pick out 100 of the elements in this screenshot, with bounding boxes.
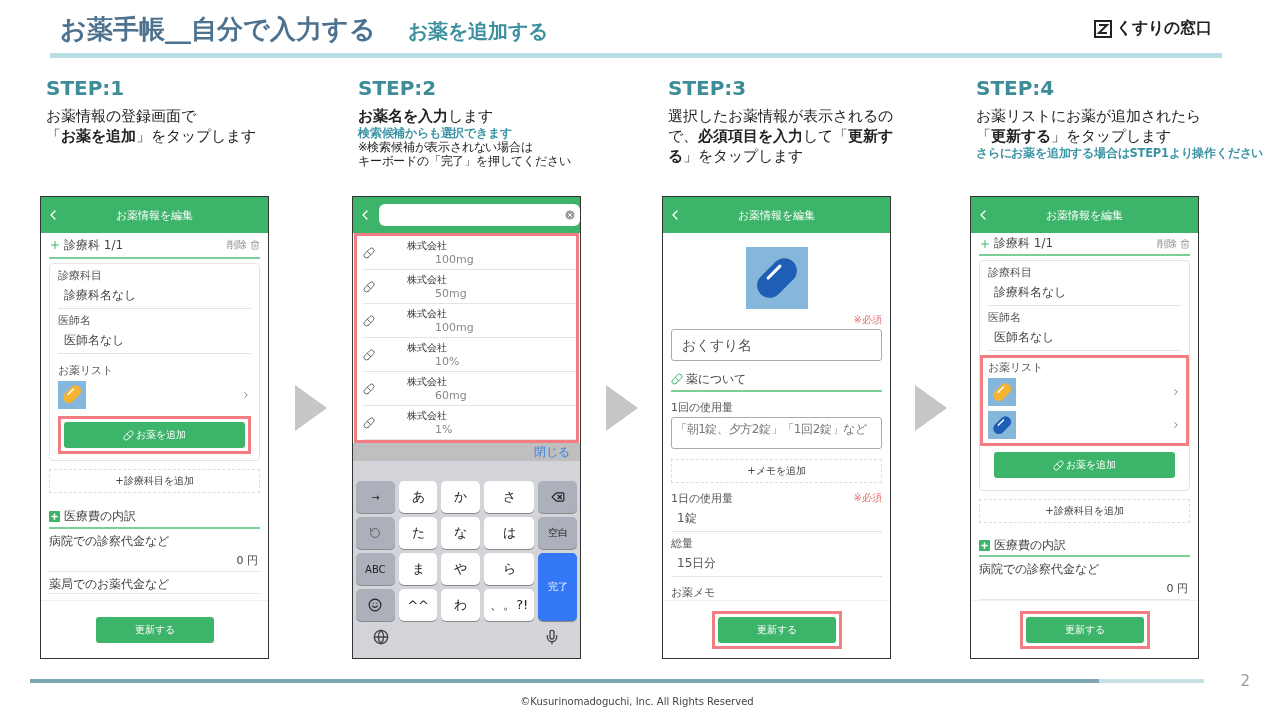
search-field[interactable] <box>379 204 580 226</box>
field-value: 医師名なし <box>988 325 1181 352</box>
add-department-button[interactable]: +診療科目を追加 <box>49 469 260 493</box>
pill-icon <box>363 348 375 361</box>
add-department-button[interactable]: +診療科目を追加 <box>979 499 1190 524</box>
chevron-arrow-icon <box>915 385 947 431</box>
dose-text: 100mg <box>434 253 474 266</box>
pill-icon <box>671 373 683 386</box>
search-result[interactable]: 株式会社 100mg <box>363 304 576 338</box>
pill-icon <box>363 246 375 259</box>
dose-text: 1% <box>434 423 453 436</box>
keyboard-key[interactable]: わ <box>441 589 481 621</box>
keyboard-key[interactable] <box>538 481 577 513</box>
chevron-right-icon[interactable] <box>241 389 251 400</box>
undo-icon <box>369 527 382 539</box>
section-title: 診療科 1/1 <box>64 236 124 254</box>
keyboard-key[interactable]: さ <box>484 481 535 513</box>
pill-icon <box>363 382 375 395</box>
field-value: 診療科名なし <box>58 283 251 309</box>
chevron-right-icon[interactable] <box>1171 419 1181 430</box>
field-label: 1回の使用量 <box>671 400 734 416</box>
required-note: ※必須 <box>853 313 882 327</box>
step-instruction: 「お薬を追加」をタップします <box>46 126 257 146</box>
screen-title: お薬情報を編集 <box>115 207 194 223</box>
search-result[interactable]: 株式会社 60mg <box>363 372 576 406</box>
slide-title: お薬手帳__自分で入力する <box>60 13 376 46</box>
step-instruction: お薬情報の登録画面で <box>46 106 197 126</box>
keyboard-key[interactable]: → <box>356 481 395 513</box>
globe-icon[interactable] <box>373 629 389 645</box>
search-result[interactable]: 株式会社 10% <box>363 338 576 372</box>
keyboard-key[interactable]: ABC <box>356 553 395 585</box>
keyboard-key[interactable] <box>356 589 395 621</box>
keyboard-key[interactable]: 、。?! <box>484 589 535 621</box>
search-result[interactable]: 株式会社 50mg <box>363 270 576 304</box>
delete-link[interactable]: 削除 <box>1157 236 1177 251</box>
plus-icon <box>979 237 991 250</box>
maker-name: 株式会社 <box>407 341 448 355</box>
chevron-right-icon[interactable] <box>1171 386 1181 397</box>
step-label: STEP:1 <box>46 76 126 100</box>
field-value: 1錠 <box>671 506 882 532</box>
keyboard-key[interactable]: ら <box>484 553 535 585</box>
field-label: 薬局でのお薬代金など <box>49 576 170 593</box>
field-label: 病院での診察代金など <box>49 533 170 550</box>
step-label: STEP:2 <box>358 76 438 100</box>
step-note: さらにお薬を追加する場合はSTEP1より操作ください <box>976 146 1264 160</box>
plus-icon <box>49 239 61 251</box>
chevron-arrow-icon <box>295 385 327 431</box>
field-label: 診療科目 <box>988 265 1033 281</box>
step-note: キーボードの「完了」を押してください <box>358 154 571 168</box>
step-note: 検索候補からも選択できます <box>358 126 512 140</box>
search-result[interactable]: 株式会社 1% <box>363 406 576 440</box>
section-title: 医療費の内訳 <box>64 507 136 525</box>
field-label: 病院での診察代金など <box>979 561 1100 578</box>
pill-icon <box>1053 459 1064 471</box>
keyboard-key[interactable]: な <box>441 517 481 549</box>
screen-title: お薬情報を編集 <box>1045 207 1124 223</box>
pill-icon <box>363 416 375 429</box>
delete-link[interactable]: 削除 <box>227 238 247 252</box>
trash-icon[interactable] <box>250 240 260 250</box>
keyboard-key[interactable]: ^^ <box>398 589 438 621</box>
field-label: お薬リスト <box>58 363 114 378</box>
dose-text: 100mg <box>434 321 474 334</box>
keyboard-key[interactable]: ま <box>398 553 438 585</box>
maker-name: 株式会社 <box>407 409 448 423</box>
search-result[interactable]: 株式会社 100mg <box>363 236 576 270</box>
step-instruction: お薬名を入力します <box>358 106 494 126</box>
medicine-name-field[interactable]: おくすり名 <box>671 329 882 361</box>
logo-icon <box>1094 19 1112 38</box>
keyboard-key[interactable]: 完了 <box>538 553 577 621</box>
clear-icon[interactable] <box>564 209 576 221</box>
slide-subtitle: お薬を追加する <box>408 18 548 45</box>
copyright-text: ©Kusurinomadoguchi, Inc. All Rights Reserved <box>519 695 755 709</box>
section-title: 薬について <box>686 370 746 388</box>
keyboard-key[interactable]: た <box>398 517 438 549</box>
keyboard-key[interactable]: は <box>484 517 535 549</box>
smiley-icon <box>368 598 383 612</box>
maker-name: 株式会社 <box>407 307 448 321</box>
keyboard-key[interactable]: 空白 <box>538 517 577 549</box>
field-value: 15日分 <box>671 551 882 577</box>
step-label: STEP:3 <box>668 76 748 100</box>
pill-icon <box>123 429 134 441</box>
step-instruction: お薬リストにお薬が追加されたら <box>976 106 1202 126</box>
keyboard-key[interactable]: か <box>441 481 481 513</box>
section-title: 診療科 1/1 <box>994 235 1054 253</box>
dose-text: 60mg <box>434 389 467 402</box>
keyboard-key[interactable]: あ <box>398 481 438 513</box>
page-number: 2 <box>1240 672 1250 690</box>
required-note: ※必須 <box>853 491 882 505</box>
microphone-icon[interactable] <box>544 629 560 645</box>
pill-icon <box>363 314 375 327</box>
dose-text: 50mg <box>434 287 467 300</box>
field-label: 医師名 <box>58 313 92 328</box>
field-label: 医師名 <box>988 310 1022 326</box>
chevron-arrow-icon <box>606 385 638 431</box>
trash-icon[interactable] <box>1180 238 1190 249</box>
dosage-field[interactable]: 「朝1錠、夕方2錠」「1回2錠」など <box>671 417 882 449</box>
field-label: お薬リスト <box>988 360 1044 376</box>
keyboard-key[interactable]: や <box>441 553 481 585</box>
backspace-icon <box>550 490 565 504</box>
add-memo-button[interactable]: +メモを追加 <box>671 459 882 483</box>
